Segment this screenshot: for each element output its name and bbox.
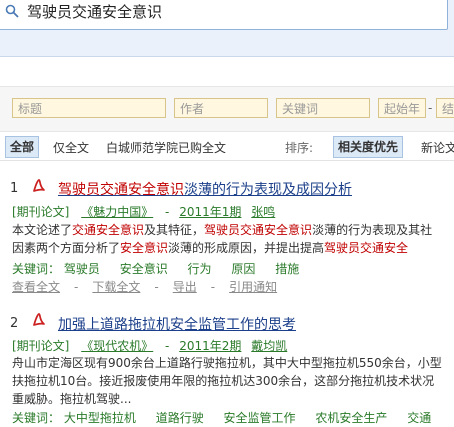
result-title-rest: 淡薄的行为表现及成因分析 <box>184 182 352 198</box>
action-separator: - <box>154 280 159 294</box>
result-title[interactable]: 加强上道路拖拉机安全监管工作的思考 <box>58 314 296 334</box>
abstract-line: 舟山市定海区现有900余台上道路行驶拖拉机，其中大中型拖拉机550余台，小型 <box>12 356 442 370</box>
sort-newest[interactable]: 新论文 <box>421 139 454 156</box>
abstract-highlight: 驾驶员交通安全意识 <box>204 223 313 237</box>
search-query: 驾驶员交通安全意识 <box>27 3 163 21</box>
result-meta: [期刊论文] 《现代农机》 - 2011年2期 戴均凯 <box>12 337 287 354</box>
abstract-highlight: 交通安全意识 <box>72 223 145 237</box>
result-keywords: 关键词： 驾驶员 安全意识 行为 原因 措施 <box>12 260 299 277</box>
result-meta: [期刊论文] 《魅力中国》 - 2011年1期 张鸣 <box>12 203 275 220</box>
keyword-link[interactable]: 农机安全生产 <box>315 411 387 425</box>
pdf-icon[interactable] <box>32 178 46 194</box>
keyword-link[interactable]: 大中型拖拉机 <box>64 411 136 425</box>
abstract-text: 本文论述了 <box>12 223 73 237</box>
keyword-link[interactable]: 原因 <box>231 262 255 276</box>
result-issue[interactable]: 2011年2期 <box>179 339 241 353</box>
advanced-search-bar: 标题 作者 关键词 起始年 - 结 <box>0 86 454 132</box>
keyword-field[interactable]: 关键词 <box>276 98 370 118</box>
result-actions: 查看全文 - 下载全文 - 导出 - 引用通知 <box>12 278 277 295</box>
export-link[interactable]: 导出 <box>173 280 197 294</box>
title-field[interactable]: 标题 <box>12 98 166 118</box>
abstract-line: 重威胁。拖拉机驾驶... <box>12 392 132 406</box>
search-icon <box>5 4 19 18</box>
keywords-label: 关键词： <box>12 262 61 276</box>
result-type: [期刊论文] <box>12 205 70 219</box>
result-author[interactable]: 张鸣 <box>251 205 275 219</box>
keywords-label: 关键词： <box>12 411 61 425</box>
abstract-highlight: 驾驶员交通安全 <box>324 241 409 255</box>
result-author[interactable]: 戴均凯 <box>251 339 287 353</box>
keyword-link[interactable]: 驾驶员 <box>64 262 100 276</box>
year-range-dash: - <box>428 101 433 115</box>
result-number: 2 <box>10 316 19 331</box>
filter-purchased[interactable]: 白城师范学院已购全文 <box>106 139 226 156</box>
result-type: [期刊论文] <box>12 339 70 353</box>
abstract-text: 淡薄的行为表现及其社 <box>312 223 433 237</box>
result-journal[interactable]: 《现代农机》 <box>81 339 153 353</box>
keyword-link[interactable]: 道路行驶 <box>156 411 204 425</box>
result-abstract: 本文论述了交通安全意识及其特征，驾驶员交通安全意识淡薄的行为表现及其社 因素两个… <box>12 221 454 257</box>
citation-alert-link[interactable]: 引用通知 <box>229 280 277 294</box>
sort-label: 排序: <box>285 141 314 155</box>
sort-relevance[interactable]: 相关度优先 <box>333 136 404 158</box>
abstract-text: 及其特征， <box>144 223 205 237</box>
result-keywords: 关键词： 大中型拖拉机 道路行驶 安全监管工作 农机安全生产 交通 <box>12 409 431 426</box>
filter-fulltext-only[interactable]: 仅全文 <box>53 139 89 156</box>
result-item: 1 驾驶员交通安全意识淡薄的行为表现及成因分析 [期刊论文] 《魅力中国》 - … <box>0 178 454 300</box>
keyword-link[interactable]: 行为 <box>188 262 212 276</box>
action-separator: - <box>74 280 79 294</box>
download-fulltext-link[interactable]: 下载全文 <box>92 280 140 294</box>
pdf-icon[interactable] <box>32 312 46 328</box>
result-issue[interactable]: 2011年1期 <box>179 205 241 219</box>
result-journal[interactable]: 《魅力中国》 <box>81 205 153 219</box>
filter-bar: 全部 仅全文 白城师范学院已购全文 排序: 相关度优先 新论文 <box>0 134 454 161</box>
keyword-link[interactable]: 措施 <box>275 262 299 276</box>
keyword-link[interactable]: 安全监管工作 <box>224 411 296 425</box>
abstract-text: 因素两个方面分析了 <box>12 241 121 255</box>
result-title[interactable]: 驾驶员交通安全意识淡薄的行为表现及成因分析 <box>58 179 352 199</box>
abstract-line: 因素两个方面分析了安全意识淡薄的形成原因，并提出提高驾驶员交通安全 <box>12 239 454 257</box>
action-separator: - <box>210 280 216 294</box>
abstract-line: 扶拖拉机10台。接近报废使用年限的拖拉机达300余台，这部分拖拉机技术状况 <box>12 374 435 388</box>
meta-dash: - <box>165 339 170 353</box>
result-title-highlight: 驾驶员交通安全意识 <box>58 182 184 198</box>
keyword-link[interactable]: 交通 <box>407 411 431 425</box>
view-fulltext-link[interactable]: 查看全文 <box>12 280 60 294</box>
result-item: 2 加强上道路拖拉机安全监管工作的思考 [期刊论文] 《现代农机》 - 2011… <box>0 311 454 427</box>
abstract-line: 本文论述了交通安全意识及其特征，驾驶员交通安全意识淡薄的行为表现及其社 <box>12 221 454 239</box>
result-abstract: 舟山市定海区现有900余台上道路行驶拖拉机，其中大中型拖拉机550余台，小型 扶… <box>12 354 454 408</box>
author-field[interactable]: 作者 <box>174 98 268 118</box>
search-input[interactable]: 驾驶员交通安全意识 <box>0 0 448 30</box>
end-year-field[interactable]: 结 <box>436 98 454 118</box>
keyword-link[interactable]: 安全意识 <box>120 262 168 276</box>
filter-all[interactable]: 全部 <box>5 136 40 158</box>
abstract-highlight: 安全意识 <box>120 241 169 255</box>
top-search-bar: 驾驶员交通安全意识 <box>0 0 454 57</box>
start-year-field[interactable]: 起始年 <box>378 98 426 118</box>
result-number: 1 <box>10 181 19 196</box>
meta-dash: - <box>165 205 170 219</box>
abstract-text: 淡薄的形成原因，并提出提高 <box>168 241 325 255</box>
